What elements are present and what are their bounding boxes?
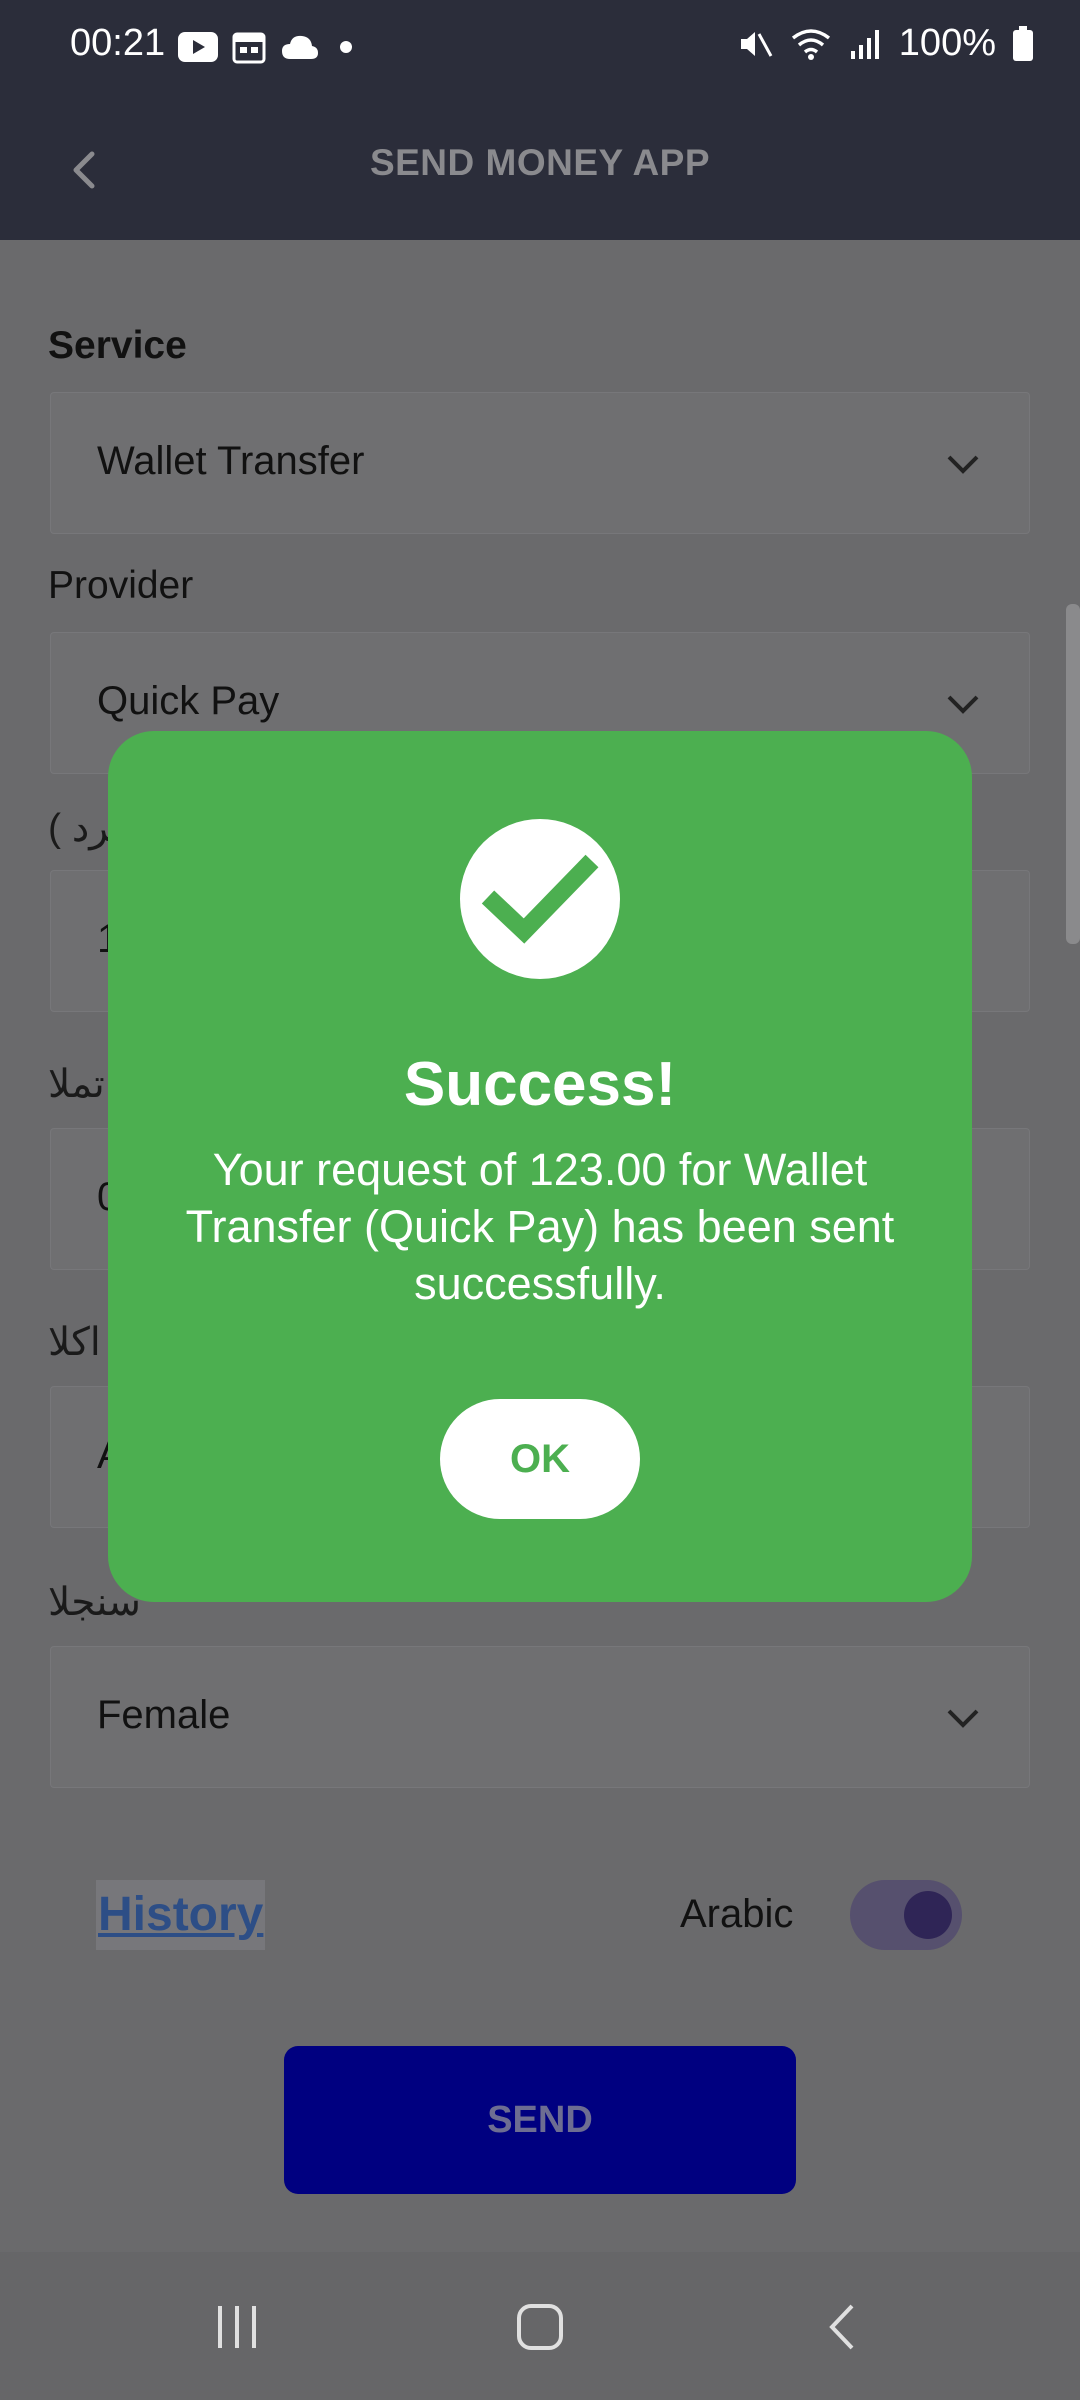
- provider-value: Quick Pay: [97, 679, 280, 723]
- dot-icon: [340, 41, 352, 53]
- status-time: 00:21: [70, 22, 166, 64]
- cloud-icon: [282, 35, 318, 59]
- wifi-icon: [791, 28, 830, 60]
- navigation-bar: [0, 2252, 1080, 2400]
- arabic-label: Arabic: [680, 1892, 794, 1936]
- service-label: Service: [48, 324, 187, 367]
- status-bar: 00:21 100%: [0, 0, 1080, 96]
- signal-icon: [850, 29, 879, 59]
- home-icon[interactable]: [515, 2302, 565, 2352]
- ok-button[interactable]: OK: [440, 1399, 640, 1519]
- back-icon[interactable]: [818, 2302, 868, 2352]
- service-value: Wallet Transfer: [97, 439, 365, 483]
- scrollbar[interactable]: [1066, 604, 1080, 944]
- gender-dropdown[interactable]: Female: [50, 1646, 1030, 1788]
- success-check-icon: [460, 819, 620, 979]
- dialog-message: Your request of 123.00 for Wallet Transf…: [185, 1144, 895, 1309]
- chevron-down-icon: [947, 695, 979, 714]
- recent-apps-icon[interactable]: [212, 2302, 262, 2352]
- arabic-toggle[interactable]: [850, 1880, 962, 1950]
- gender-value: Female: [97, 1693, 231, 1737]
- calendar-icon: [232, 32, 266, 64]
- service-dropdown[interactable]: Wallet Transfer: [50, 392, 1030, 534]
- app-bar: SEND MONEY APP: [0, 96, 1080, 240]
- field4-label: تملا: [48, 1063, 105, 1106]
- youtube-icon: [178, 32, 218, 62]
- field5-label: اكلا: [48, 1321, 101, 1364]
- history-link[interactable]: History: [96, 1880, 266, 1950]
- back-arrow-icon[interactable]: [62, 148, 106, 192]
- mute-icon: [740, 31, 773, 57]
- dialog-title: Success!: [403, 1050, 677, 1119]
- battery-percent: 100%: [898, 22, 996, 64]
- toggle-knob: [904, 1891, 952, 1939]
- provider-label: Provider: [48, 564, 194, 607]
- success-dialog: Success! Your request of 123.00 for Wall…: [108, 731, 972, 1602]
- chevron-down-icon: [947, 1709, 979, 1728]
- send-button[interactable]: SEND: [284, 2046, 796, 2194]
- app-title: SEND MONEY APP: [369, 142, 711, 183]
- battery-icon: [1013, 25, 1033, 61]
- chevron-down-icon: [947, 455, 979, 474]
